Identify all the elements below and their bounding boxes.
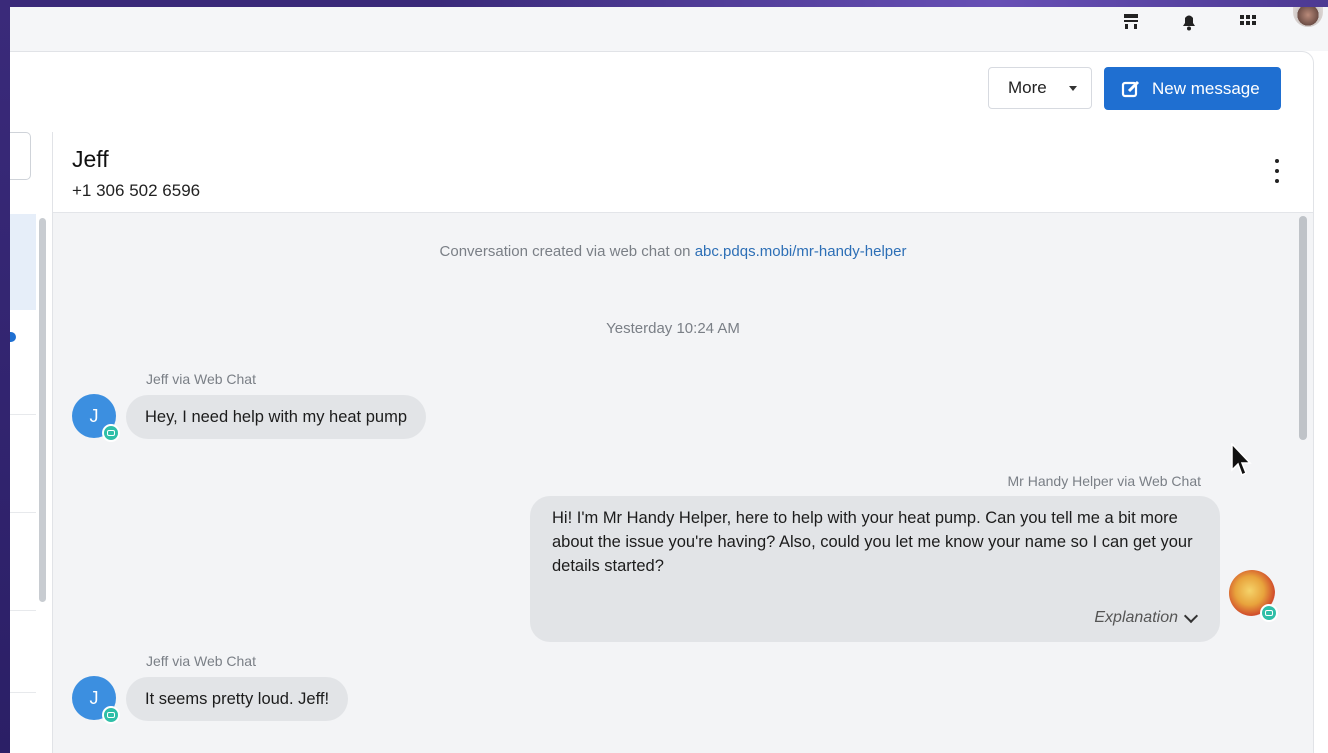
list-divider [10, 610, 36, 611]
list-divider [10, 512, 36, 513]
message-text: Hi! I'm Mr Handy Helper, here to help wi… [552, 509, 1193, 575]
web-chat-channel-icon [1260, 604, 1278, 622]
message-bubble: Hi! I'm Mr Handy Helper, here to help wi… [530, 496, 1220, 642]
thread-scrollbar[interactable] [1299, 216, 1307, 440]
message-sender: Mr Handy Helper via Web Chat [1007, 473, 1201, 489]
message-sender: Jeff via Web Chat [146, 371, 256, 387]
filter-select[interactable] [10, 132, 31, 180]
avatar-initial: J [89, 405, 99, 426]
announcement-icon[interactable] [1119, 11, 1143, 33]
compose-icon [1121, 80, 1140, 97]
bell-icon[interactable] [1177, 11, 1201, 33]
mouse-cursor-icon [1231, 443, 1252, 477]
list-item-selected[interactable] [10, 214, 36, 310]
list-scrollbar[interactable] [39, 218, 46, 602]
avatar-initial: J [89, 687, 99, 708]
bell-icon-graphic [1183, 15, 1195, 31]
message-bubble: Hey, I need help with my heat pump [126, 395, 427, 439]
top-bar [10, 7, 1328, 51]
contact-name: Jeff [72, 146, 109, 172]
new-message-button[interactable]: New message [1104, 67, 1281, 110]
explanation-label: Explanation [1094, 609, 1178, 626]
more-button-label: More [1008, 78, 1047, 97]
panel-header: More New message [10, 52, 1313, 133]
web-chat-channel-icon [102, 706, 120, 724]
conversation-thread: Conversation created via web chat on abc… [53, 213, 1313, 753]
message-sender: Jeff via Web Chat [146, 653, 256, 669]
explanation-toggle[interactable]: Explanation [1094, 606, 1199, 630]
conversation-created-note: Conversation created via web chat on abc… [53, 243, 1293, 260]
chevron-down-icon [1183, 608, 1199, 623]
apps-grid-icon[interactable] [1236, 11, 1260, 33]
unread-indicator [10, 332, 16, 342]
app-window: More New message Jeff +1 306 502 6596 Co… [10, 7, 1328, 753]
new-message-label: New message [1152, 78, 1260, 98]
apps-grid-icon-graphic [1240, 15, 1256, 25]
list-divider [10, 414, 36, 415]
created-link[interactable]: abc.pdqs.mobi/mr-handy-helper [695, 243, 907, 260]
user-avatar[interactable] [1293, 7, 1323, 27]
more-options-icon[interactable] [1267, 159, 1287, 183]
announcement-icon-graphic [1124, 14, 1138, 29]
conversation-list [10, 132, 53, 753]
more-dropdown-button[interactable]: More [988, 67, 1092, 109]
messages-panel: More New message Jeff +1 306 502 6596 Co… [10, 51, 1314, 753]
created-text: Conversation created via web chat on [439, 243, 695, 260]
date-separator: Yesterday 10:24 AM [606, 320, 740, 337]
web-chat-channel-icon [102, 424, 120, 442]
contact-phone: +1 306 502 6596 [72, 181, 201, 200]
conversation-header: Jeff +1 306 502 6596 [53, 132, 1313, 213]
list-divider [10, 692, 36, 693]
caret-down-icon [1068, 85, 1077, 91]
message-bubble: It seems pretty loud. Jeff! [126, 677, 349, 721]
